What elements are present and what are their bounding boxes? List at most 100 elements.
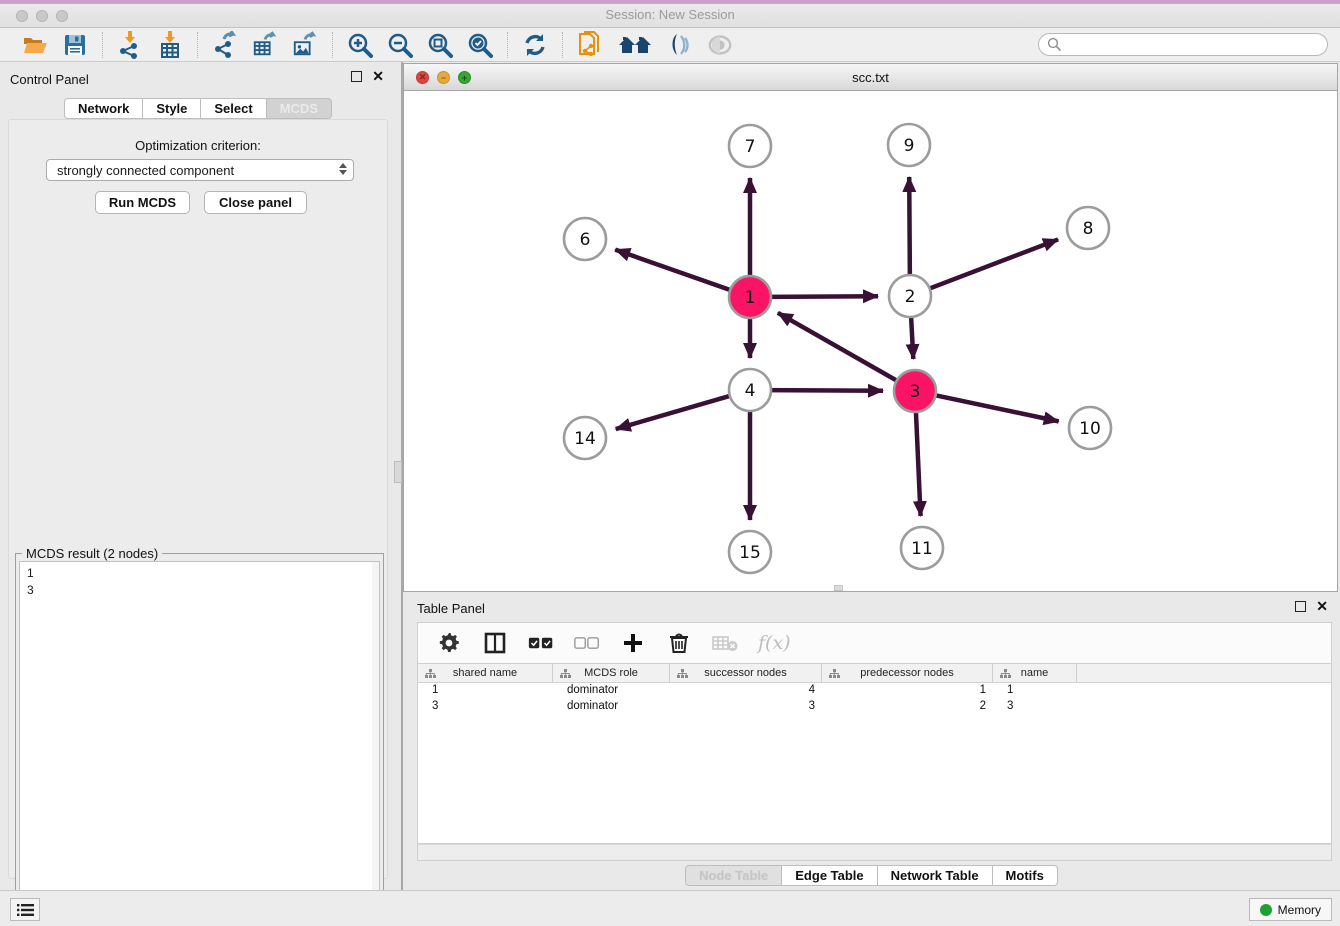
edge-2-8[interactable] [927,239,1058,289]
export-image-icon[interactable] [292,32,318,58]
edge-2-3[interactable] [911,314,913,359]
column-header-successor-nodes[interactable]: successor nodes [670,664,822,682]
function-builder-icon[interactable]: f(x) [758,632,791,654]
column-header-predecessor-nodes[interactable]: predecessor nodes [822,664,993,682]
table-panel-float-icon[interactable] [1295,601,1306,612]
network-canvas[interactable]: 7968124314101511 [404,91,1337,591]
split-columns-icon[interactable] [482,630,508,656]
run-mcds-button[interactable]: Run MCDS [95,191,190,214]
edge-3-10[interactable] [933,395,1059,422]
table-panel-close-icon[interactable]: ✕ [1316,601,1328,612]
control-panel-title: Control Panel [10,72,89,87]
hide-selected-icon[interactable] [707,32,733,58]
mcds-result-text[interactable]: 1 3 [19,561,380,926]
node-label-10: 10 [1079,419,1101,439]
node-label-1: 1 [745,288,756,308]
tab-mcds[interactable]: MCDS [267,98,332,119]
cell-name[interactable]: 1 [993,683,1077,699]
memory-label: Memory [1278,903,1321,917]
cell-predecessor-nodes[interactable]: 2 [822,699,993,715]
table-scrollbar-track[interactable] [417,844,1332,861]
window-titlebar: Session: New Session [0,0,1340,28]
column-header-MCDS-role[interactable]: MCDS role [553,664,670,682]
memory-button[interactable]: Memory [1249,898,1332,921]
tab-edge-table[interactable]: Edge Table [782,865,877,886]
control-panel-close-icon[interactable]: ✕ [372,71,384,82]
cell-MCDS-role[interactable]: dominator [553,683,670,699]
criterion-value: strongly connected component [57,163,234,178]
task-history-button[interactable] [10,898,40,921]
cell-successor-nodes[interactable]: 3 [670,699,822,715]
table-toolbar: f(x) [417,622,1332,664]
tab-style[interactable]: Style [143,98,201,119]
criterion-dropdown[interactable]: strongly connected component [46,159,354,181]
network-window-titlebar[interactable]: ✕ − + scc.txt [404,64,1337,91]
search-icon [1047,37,1062,52]
mcds-result-groupbox: MCDS result (2 nodes) 1 3 [15,553,384,926]
edge-4-14[interactable] [616,395,733,429]
zoom-in-icon[interactable] [347,32,373,58]
save-session-icon[interactable] [62,32,88,58]
zoom-selected-icon[interactable] [467,32,493,58]
tab-motifs[interactable]: Motifs [993,865,1058,886]
edge-1-6[interactable] [615,250,733,291]
cell-successor-nodes[interactable]: 4 [670,683,822,699]
node-label-2: 2 [905,287,916,307]
refresh-icon[interactable] [522,32,548,58]
network-from-selection-icon[interactable] [577,32,603,58]
control-panel-tabs: NetworkStyleSelectMCDS [0,98,396,119]
edge-3-1[interactable] [778,313,900,382]
zoom-out-icon[interactable] [387,32,413,58]
tab-node-table[interactable]: Node Table [685,865,782,886]
tab-select[interactable]: Select [201,98,266,119]
delete-column-icon[interactable] [666,630,692,656]
cell-shared-name[interactable]: 1 [418,683,553,699]
node-label-8: 8 [1083,219,1094,239]
cell-predecessor-nodes[interactable]: 1 [822,683,993,699]
column-header-shared-name[interactable]: shared name [418,664,553,682]
apply-style-icon[interactable] [667,32,693,58]
column-header-name[interactable]: name [993,664,1077,682]
table-tabs: Node TableEdge TableNetwork TableMotifs [403,865,1340,886]
cell-name[interactable]: 3 [993,699,1077,715]
tab-network[interactable]: Network [64,98,143,119]
node-label-14: 14 [574,429,596,449]
open-file-icon[interactable] [22,32,48,58]
node-label-6: 6 [580,230,591,250]
node-label-4: 4 [745,381,756,401]
deselect-all-icon[interactable] [574,630,600,656]
control-panel-float-icon[interactable] [351,71,362,82]
export-table-icon[interactable] [252,32,278,58]
mcds-result-title: MCDS result (2 nodes) [22,546,162,561]
horizontal-splitter-handle[interactable] [834,585,843,591]
import-table-icon[interactable] [157,32,183,58]
show-networks-icon[interactable] [617,32,653,58]
result-scrollbar[interactable] [372,562,379,926]
optimization-criterion-label: Optimization criterion: [9,138,387,153]
node-table[interactable]: shared nameMCDS rolesuccessor nodesprede… [417,664,1332,844]
edge-4-3[interactable] [768,390,883,391]
node-label-7: 7 [745,137,756,157]
edge-1-2[interactable] [768,296,878,297]
table-row[interactable]: 3dominator323 [418,699,1331,715]
node-label-11: 11 [911,539,933,559]
export-network-icon[interactable] [212,32,238,58]
edge-3-11[interactable] [916,409,921,516]
import-network-icon[interactable] [117,32,143,58]
search-input[interactable] [1038,33,1328,56]
add-column-icon[interactable] [620,630,646,656]
delete-table-icon[interactable] [712,630,738,656]
close-panel-button[interactable]: Close panel [204,191,307,214]
main-toolbar [0,28,1340,62]
edge-2-9[interactable] [909,177,910,278]
gear-icon[interactable] [436,630,462,656]
list-icon [17,903,34,917]
cell-shared-name[interactable]: 3 [418,699,553,715]
cell-MCDS-role[interactable]: dominator [553,699,670,715]
node-label-3: 3 [910,382,921,402]
table-row[interactable]: 1dominator411 [418,683,1331,699]
zoom-fit-icon[interactable] [427,32,453,58]
select-all-icon[interactable] [528,630,554,656]
tab-network-table[interactable]: Network Table [878,865,993,886]
vertical-splitter-handle[interactable] [394,461,402,483]
